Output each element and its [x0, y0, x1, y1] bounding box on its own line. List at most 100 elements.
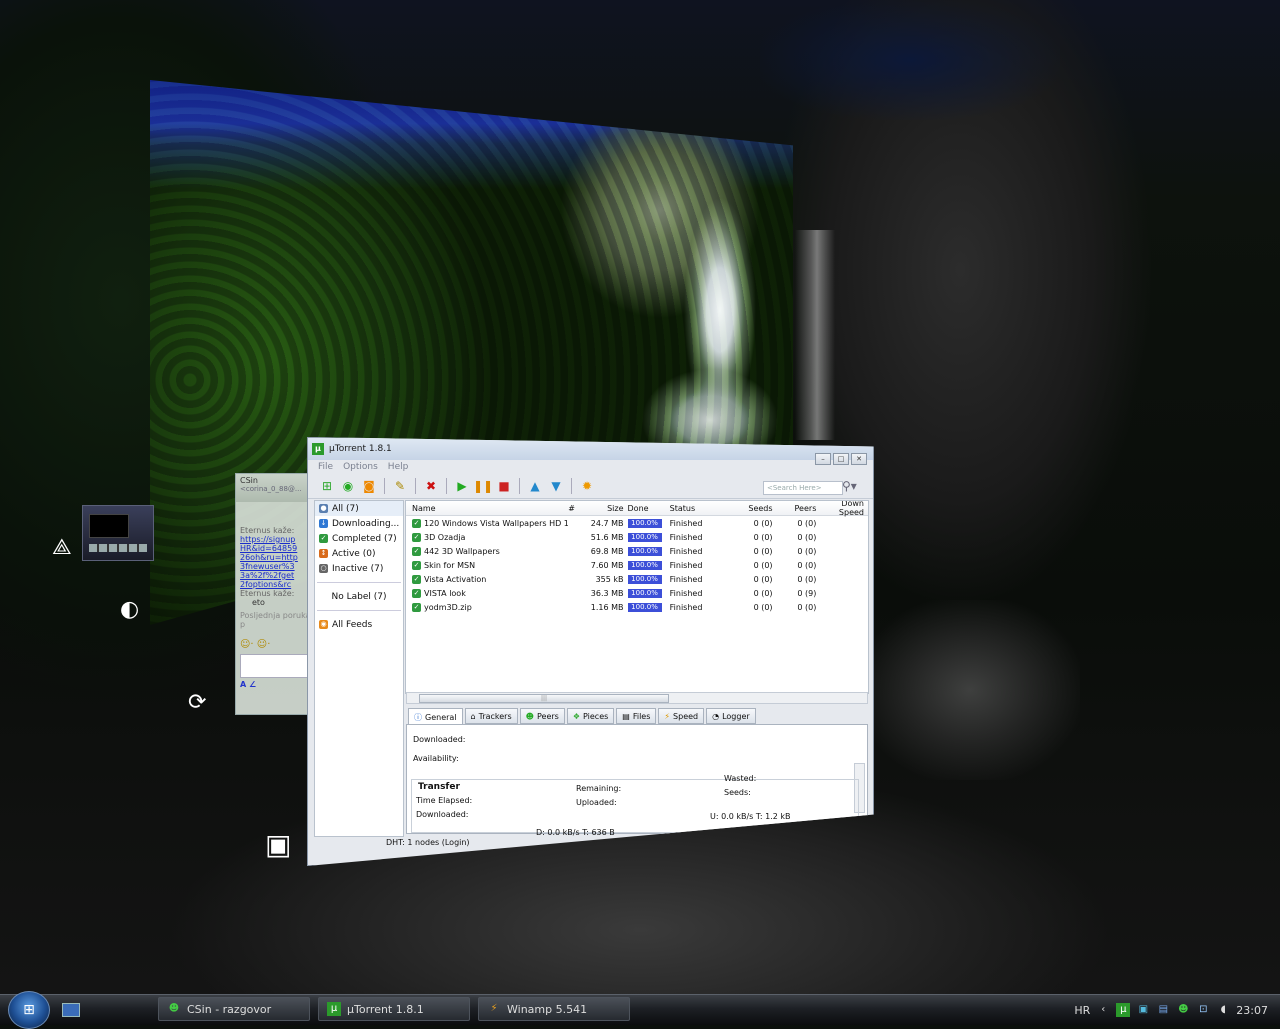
desktop: ⟁ ◐ ⟳ ▣ CSin <corina_0_88@... Eternus ka…: [0, 0, 1280, 994]
column-peers[interactable]: Peers: [773, 504, 817, 513]
font-icon[interactable]: A ∠: [240, 680, 312, 689]
tab-speed[interactable]: ⚡ Speed: [658, 708, 705, 724]
table-row[interactable]: ✓ 442 3D Wallpapers 69.8 MB 100.0% Finished 0…: [406, 544, 868, 558]
column-done[interactable]: Done: [628, 504, 666, 513]
progress-bar: 100.0%: [627, 533, 662, 542]
tab-trackers[interactable]: ⌂ Trackers: [464, 708, 518, 724]
sidebar-item-active[interactable]: ↕ Active (0): [315, 546, 403, 561]
column-status[interactable]: Status: [666, 504, 733, 513]
horizontal-scrollbar[interactable]: |||: [406, 692, 868, 704]
column-number[interactable]: #: [568, 504, 585, 513]
column-seeds[interactable]: Seeds: [733, 504, 772, 513]
tab-logger[interactable]: ◔ Logger: [706, 708, 756, 724]
transfer-section: Transfer Time Elapsed: Downloaded: Remai…: [411, 774, 859, 833]
table-row[interactable]: ✓ VISTA look 36.3 MB 100.0% Finished 0 (0) 0 (…: [406, 586, 868, 600]
table-row[interactable]: ✓ Vista Activation 355 kB 100.0% Finished 0 (…: [406, 572, 868, 586]
sidebar-item-all-feeds[interactable]: ◉ All Feeds: [315, 617, 403, 632]
table-row[interactable]: ✓ Skin for MSN 7.60 MB 100.0% Finished 0 (0) 0…: [406, 558, 868, 572]
tab-peers[interactable]: ☻ Peers: [519, 708, 565, 724]
search-icon[interactable]: ⚲▾: [842, 479, 857, 493]
chat-link-line[interactable]: 2foptions&rc: [240, 580, 312, 589]
start-button[interactable]: ⊞: [8, 991, 50, 1029]
remove-icon[interactable]: ✖: [422, 477, 440, 495]
taskbar-item-winamp[interactable]: ⚡ Winamp 5.541: [478, 997, 630, 1021]
rss-icon[interactable]: ◙: [360, 477, 378, 495]
chevron-left-icon[interactable]: ‹: [1096, 1003, 1110, 1017]
start-icon[interactable]: ▶: [453, 477, 471, 495]
window-title: µTorrent 1.8.1: [329, 444, 392, 454]
volume-icon[interactable]: ◖: [1216, 1003, 1230, 1017]
peers-icon: ☻: [525, 711, 534, 721]
completed-check-icon: ✓: [412, 546, 421, 556]
chat-link-line[interactable]: HR&id=64859: [240, 544, 312, 553]
minimize-button[interactable]: –: [815, 453, 831, 465]
flip-d-icon[interactable]: ◐: [120, 599, 139, 621]
sidebar-item-completed[interactable]: ✓ Completed (7): [315, 531, 403, 546]
move-up-icon[interactable]: ▲: [526, 477, 544, 495]
sidebar-item-all[interactable]: ● All (7): [315, 501, 403, 516]
taskbar-item-csin[interactable]: ☻ CSin - razgovor: [158, 997, 310, 1021]
flip-a-icon[interactable]: ⟁: [52, 537, 72, 559]
active-icon: ↕: [319, 549, 328, 558]
language-indicator[interactable]: HR: [1074, 1004, 1090, 1017]
taskbar: ⊞ ☻ CSin - razgovor µ µTorrent 1.8.1 ⚡ W…: [0, 991, 1280, 1029]
show-desktop-icon[interactable]: [62, 1003, 80, 1017]
clock[interactable]: 23:07: [1236, 1004, 1268, 1017]
tray-network-icon[interactable]: ▤: [1156, 1003, 1170, 1017]
table-row[interactable]: ✓ 3D Ozadja 51.6 MB 100.0% Finished 0 (0) 0 (0…: [406, 530, 868, 544]
stop-icon[interactable]: ■: [495, 477, 513, 495]
taskbar-item-utorrent[interactable]: µ µTorrent 1.8.1: [318, 997, 470, 1021]
sidebar-item-downloading[interactable]: ↓ Downloading...: [315, 516, 403, 531]
menu-help[interactable]: Help: [388, 462, 409, 472]
column-size[interactable]: Size: [585, 504, 627, 513]
chat-sender-2: Eternus kaže:: [240, 589, 295, 598]
create-torrent-icon[interactable]: ✎: [391, 477, 409, 495]
msn-icon: ☻: [168, 1003, 180, 1014]
tray-app-icon[interactable]: ▣: [1136, 1003, 1150, 1017]
maximize-button[interactable]: □: [833, 453, 849, 465]
menu-file[interactable]: File: [318, 462, 333, 472]
torrent-seeds: 0 (0): [753, 602, 773, 612]
torrent-name: 442 3D Wallpapers: [424, 546, 500, 556]
pause-icon[interactable]: ❚❚: [473, 477, 493, 495]
table-row[interactable]: ✓ yodm3D.zip 1.16 MB 100.0% Finished 0 (0) 0 (…: [406, 600, 868, 614]
chat-link-line[interactable]: 26oh&ru=http: [240, 553, 312, 562]
sidebar-item-inactive[interactable]: ○ Inactive (7): [315, 561, 403, 576]
torrent-name: 120 Windows Vista Wallpapers HD 1...: [424, 518, 569, 528]
add-torrent-icon[interactable]: ⊞: [318, 477, 336, 495]
column-name[interactable]: Name: [406, 504, 568, 513]
close-button[interactable]: ✕: [851, 453, 867, 465]
search-input[interactable]: <Search Here>: [763, 481, 843, 495]
chat-link-line[interactable]: 3a%2f%2fget: [240, 571, 312, 580]
menu-options[interactable]: Options: [343, 462, 378, 472]
network-icon[interactable]: ⊡: [1196, 1003, 1210, 1017]
chat-input[interactable]: [240, 654, 312, 678]
torrent-size: 36.3 MB: [590, 588, 624, 598]
tab-files[interactable]: ▤ Files: [616, 708, 657, 724]
sidebar-item-label: All (7): [332, 503, 359, 514]
add-url-icon[interactable]: ◉: [339, 477, 357, 495]
completed-check-icon: ✓: [412, 602, 421, 612]
tab-pieces[interactable]: ❖ Pieces: [566, 708, 615, 724]
flip-c-icon[interactable]: ⟳: [188, 692, 206, 714]
move-down-icon[interactable]: ▼: [547, 477, 565, 495]
sidebar-item-label: Completed (7): [332, 533, 397, 544]
chat-window[interactable]: CSin <corina_0_88@... Eternus kaže: http…: [235, 473, 317, 715]
utorrent-window[interactable]: µ µTorrent 1.8.1 – □ ✕ File Options Help…: [307, 437, 874, 866]
flip-b-icon[interactable]: ▣: [265, 831, 291, 859]
progress-bar: 100.0%: [627, 547, 662, 556]
sidebar-item-no-label[interactable]: No Label (7): [315, 589, 403, 604]
chat-link-line[interactable]: 3fnewuser%3: [240, 562, 312, 571]
chat-link-line[interactable]: https://signup: [240, 535, 312, 544]
windows-logo-icon: ⊞: [23, 1002, 35, 1018]
download-status: D: 0.0 kB/s T: 636 B: [536, 828, 615, 837]
winamp-window-thumbnail[interactable]: [82, 505, 154, 561]
utorrent-tray-icon[interactable]: µ: [1116, 1003, 1131, 1017]
column-down-speed[interactable]: Down Speed: [816, 501, 868, 517]
table-row[interactable]: ✓ 120 Windows Vista Wallpapers HD 1... 24.…: [406, 516, 868, 530]
scrollbar-thumb[interactable]: |||: [419, 694, 669, 703]
msn-tray-icon[interactable]: ☻: [1176, 1003, 1190, 1017]
all-icon: ●: [319, 504, 328, 513]
preferences-icon[interactable]: ✹: [578, 477, 596, 495]
emoticon-icon[interactable]: ☺· ☺·: [240, 639, 312, 650]
